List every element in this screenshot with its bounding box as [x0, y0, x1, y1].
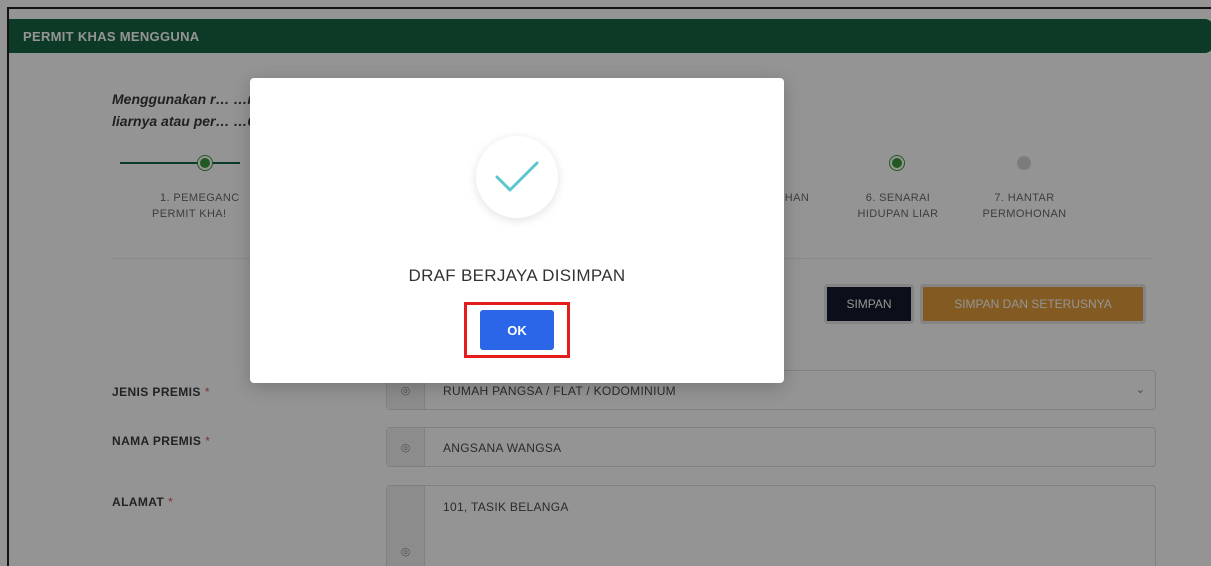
- success-check-icon: [476, 136, 558, 218]
- dialog-message: DRAF BERJAYA DISIMPAN: [408, 266, 626, 285]
- success-dialog: DRAF BERJAYA DISIMPAN OK: [250, 78, 784, 383]
- ok-button[interactable]: OK: [480, 310, 554, 350]
- check-icon: [495, 161, 539, 192]
